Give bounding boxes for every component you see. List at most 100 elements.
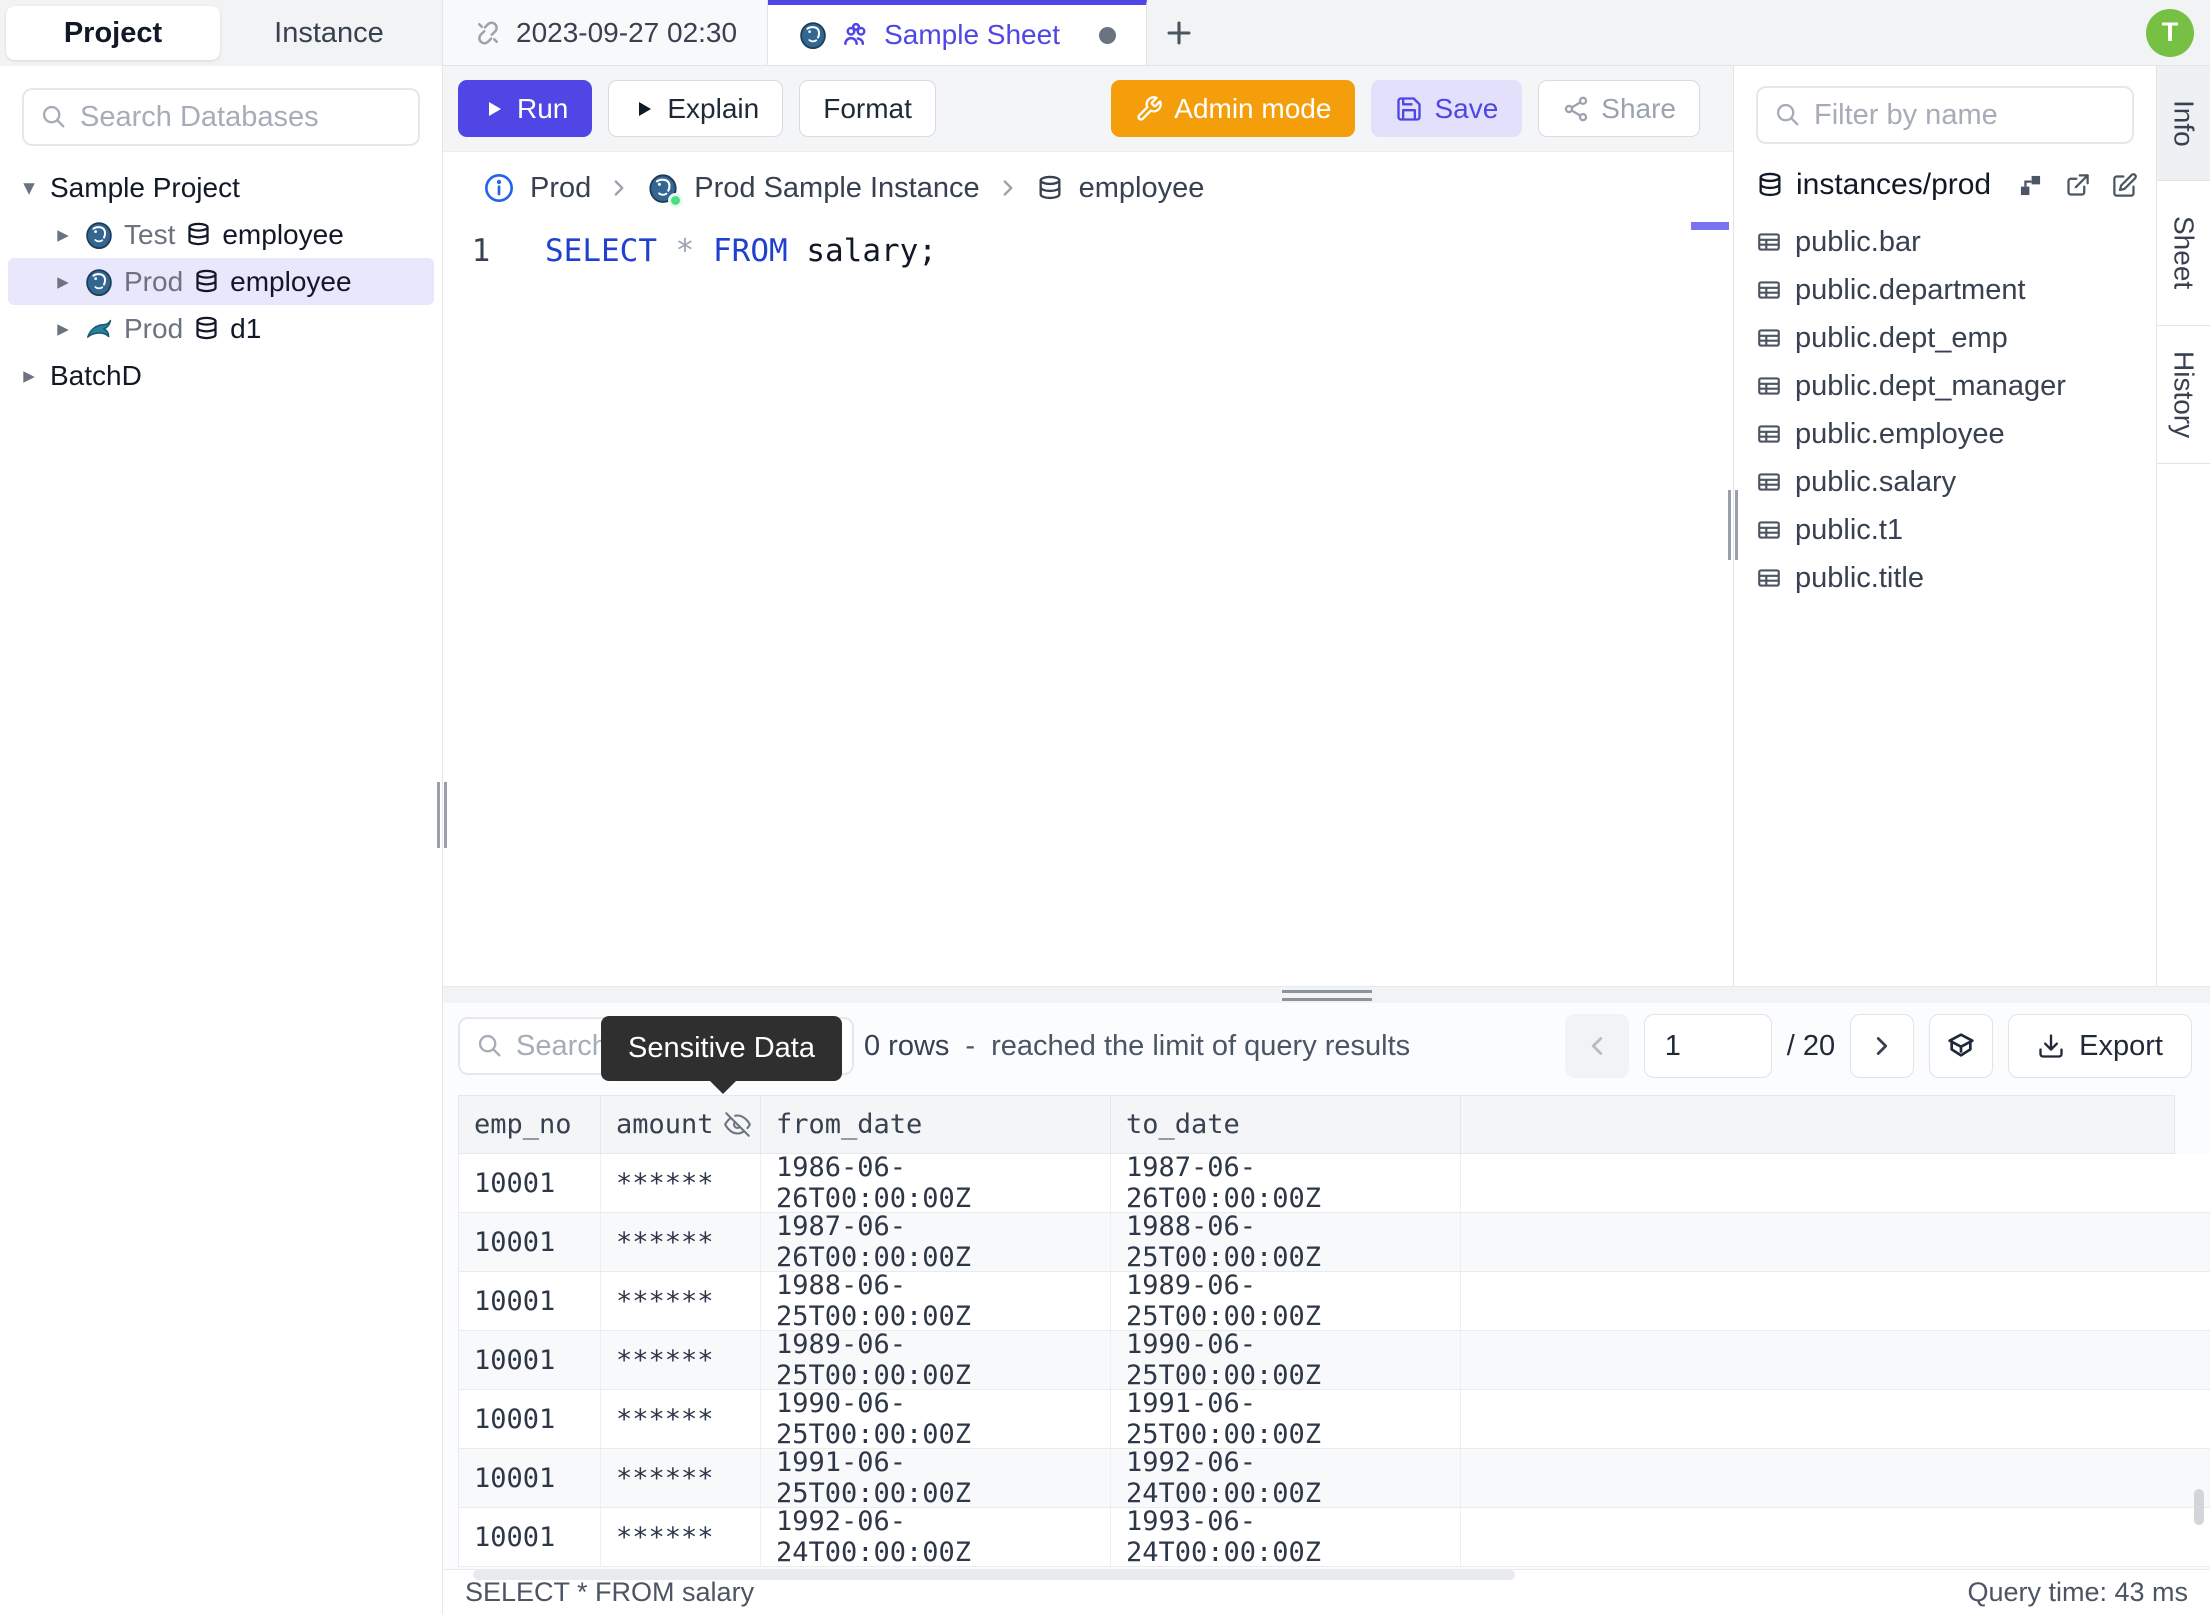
edit-icon[interactable] — [2111, 172, 2138, 199]
breadcrumb-instance[interactable]: Prod Sample Instance — [694, 172, 979, 205]
table-list-item[interactable]: public.title — [1734, 554, 2156, 602]
sheet-tab-label: Sample Sheet — [884, 19, 1060, 50]
eye-off-icon[interactable] — [723, 1111, 751, 1138]
column-header-from-date[interactable]: from_date — [761, 1095, 1111, 1154]
column-header-amount[interactable]: amount — [601, 1095, 761, 1154]
vertical-scrollbar[interactable] — [2194, 1489, 2204, 1525]
save-icon — [1397, 96, 1422, 121]
table-cell: ****** — [601, 1213, 761, 1271]
table-list-item[interactable]: public.salary — [1734, 458, 2156, 506]
breadcrumb-environment[interactable]: Prod — [530, 172, 591, 205]
caret-right-icon[interactable]: ▸ — [18, 362, 40, 389]
sql-editor[interactable]: Prod Prod Sample Instance employee 1 SEL… — [443, 152, 1733, 986]
table-row[interactable]: 10001 ****** 1991-06-25T00:00:00Z 1992-06-2… — [458, 1447, 2210, 1509]
sql-statement: SELECT * FROM salary; — [545, 233, 937, 269]
table-cell: ****** — [601, 1272, 761, 1330]
table-cell: ****** — [601, 1154, 761, 1212]
tab-project[interactable]: Project — [6, 6, 220, 60]
table-list-item[interactable]: public.department — [1734, 266, 2156, 314]
prev-page-button[interactable] — [1564, 1014, 1629, 1078]
table-row[interactable]: 10001 ****** 1992-06-24T00:00:00Z 1993-06-2… — [458, 1506, 2210, 1568]
caret-down-icon[interactable]: ▾ — [18, 174, 40, 201]
unlink-icon — [478, 21, 498, 44]
table-icon — [1758, 425, 1780, 443]
search-icon — [478, 1034, 501, 1057]
tree-item-sample-project[interactable]: ▾ Sample Project — [8, 164, 434, 211]
column-header-to-date[interactable]: to_date — [1111, 1095, 1461, 1154]
table-row[interactable]: 10001 ****** 1987-06-26T00:00:00Z 1988-06-2… — [458, 1211, 2210, 1273]
connection-breadcrumb: Prod Prod Sample Instance employee — [443, 152, 1733, 218]
table-icon — [1758, 233, 1780, 251]
panel-resize-handle[interactable] — [1728, 490, 1738, 560]
tree-item-prod-employee[interactable]: ▸ Prod employee — [8, 258, 434, 305]
table-list-item[interactable]: public.dept_manager — [1734, 362, 2156, 410]
run-button[interactable]: Run — [458, 80, 593, 137]
table-icon — [1758, 377, 1780, 395]
table-list: public.bar public.department public.dept_e… — [1734, 212, 2156, 608]
share-button[interactable]: Share — [1538, 80, 1700, 137]
results-table-header: emp_no amount from_date to_date — [458, 1095, 2210, 1154]
table-row[interactable]: 10001 ****** 1986-06-26T00:00:00Z 1987-06-2… — [458, 1152, 2210, 1214]
schema-diagram-icon[interactable] — [2017, 172, 2044, 199]
visualize-button[interactable] — [1929, 1014, 1994, 1078]
caret-right-icon[interactable]: ▸ — [52, 315, 74, 342]
code-area[interactable]: 1 SELECT * FROM salary; — [443, 218, 1733, 274]
table-list-item[interactable]: public.employee — [1734, 410, 2156, 458]
table-row[interactable]: 10001 ****** 1989-06-25T00:00:00Z 1990-06-2… — [458, 1329, 2210, 1391]
tree-item-prod-d1[interactable]: ▸ Prod d1 — [8, 305, 434, 352]
add-sheet-button[interactable] — [1147, 0, 1211, 65]
table-list-item[interactable]: public.bar — [1734, 218, 2156, 266]
page-number-input[interactable] — [1643, 1014, 1772, 1078]
search-icon — [42, 105, 65, 128]
admin-mode-button[interactable]: Admin mode — [1111, 80, 1356, 137]
vtab-info[interactable]: Info — [2157, 66, 2210, 181]
save-button[interactable]: Save — [1371, 80, 1523, 137]
chevron-right-icon — [614, 180, 624, 196]
vtab-history[interactable]: History — [2157, 326, 2210, 464]
user-avatar[interactable]: T — [2146, 8, 2194, 57]
next-page-button[interactable] — [1850, 1014, 1915, 1078]
results-table-body: 10001 ****** 1986-06-26T00:00:00Z 1987-06-2… — [458, 1152, 2210, 1568]
table-cell: 10001 — [458, 1154, 601, 1212]
database-icon — [196, 316, 217, 340]
database-search-input[interactable] — [80, 100, 457, 134]
tab-instance[interactable]: Instance — [222, 6, 436, 60]
tree-item-test-employee[interactable]: ▸ Test employee — [8, 211, 434, 258]
external-link-icon[interactable] — [2064, 172, 2091, 199]
sheet-tab-datetime[interactable]: 2023-09-27 02:30 — [443, 0, 769, 65]
upper-region: Run Explain Format Admin mode Save Share… — [443, 66, 2210, 986]
caret-right-icon[interactable]: ▸ — [52, 268, 74, 295]
horizontal-scrollbar[interactable] — [473, 1570, 1515, 1580]
row-count-info: 0 rows - reached the limit of query resu… — [864, 1029, 1411, 1062]
explain-button[interactable]: Explain — [608, 80, 784, 137]
table-row[interactable]: 10001 ****** 1988-06-25T00:00:00Z 1989-06-2… — [458, 1270, 2210, 1332]
table-cell: 1990-06-25T00:00:00Z — [1111, 1329, 1461, 1391]
table-list-item[interactable]: public.t1 — [1734, 506, 2156, 554]
search-icon — [1776, 103, 1799, 126]
caret-right-icon[interactable]: ▸ — [52, 221, 74, 248]
breadcrumb-database[interactable]: employee — [1079, 172, 1205, 205]
mysql-icon — [87, 319, 112, 338]
column-header-emp-no[interactable]: emp_no — [458, 1095, 601, 1154]
environment-label: Prod — [124, 312, 184, 344]
format-button[interactable]: Format — [799, 80, 936, 137]
results-resize-strip[interactable] — [443, 986, 2210, 1003]
database-label: employee — [230, 265, 352, 297]
info-icon[interactable] — [483, 172, 515, 204]
sheet-tab-sample-sheet[interactable]: Sample Sheet — [768, 0, 1147, 65]
table-icon — [1758, 521, 1780, 539]
table-cell: 10001 — [458, 1449, 601, 1507]
table-cell: 10001 — [458, 1272, 601, 1330]
vtab-sheet[interactable]: Sheet — [2157, 181, 2210, 326]
row-count: 0 rows — [864, 1029, 950, 1062]
table-row[interactable]: 10001 ****** 1990-06-25T00:00:00Z 1991-06-2… — [458, 1388, 2210, 1450]
filter-by-name-input[interactable] — [1814, 98, 2191, 132]
sheet-tab-bar: 2023-09-27 02:30 Sample Sheet T — [443, 0, 2210, 66]
table-cell: 10001 — [458, 1331, 601, 1389]
sidebar-resize-handle[interactable] — [437, 782, 447, 848]
table-list-item[interactable]: public.dept_emp — [1734, 314, 2156, 362]
export-button[interactable]: Export — [2008, 1014, 2192, 1078]
database-icon — [1759, 172, 1781, 197]
tree-item-batchd[interactable]: ▸ BatchD — [8, 352, 434, 399]
left-sidebar: Project Instance ▾ Sample Project ▸ Test… — [0, 0, 457, 1614]
